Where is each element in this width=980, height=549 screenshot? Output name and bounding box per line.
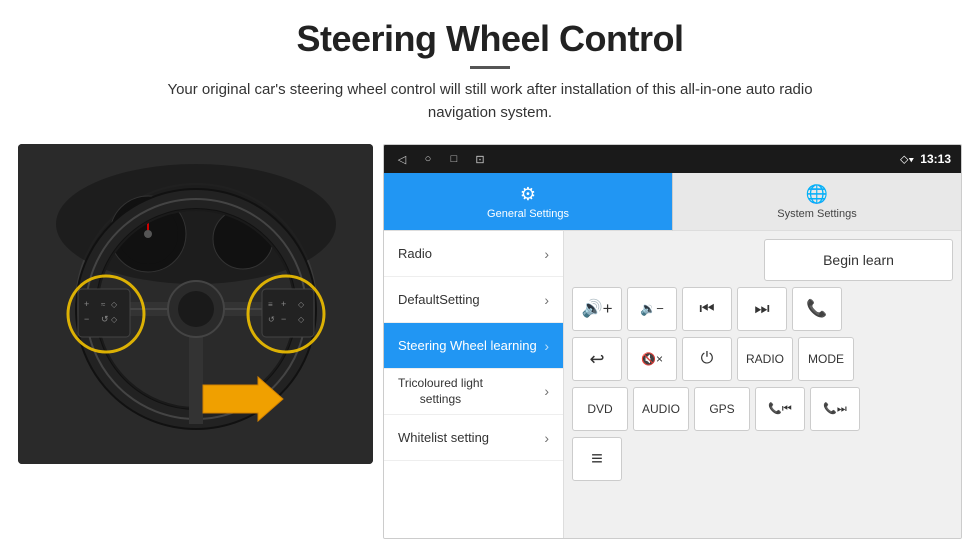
chevron-icon: › [544,430,549,446]
vol-down-icon: 🔉− [640,301,664,317]
nav-recent-icon[interactable]: □ [446,151,462,167]
menu-item-default[interactable]: DefaultSetting › [384,277,563,323]
menu-item-whitelist[interactable]: Whitelist setting › [384,415,563,461]
chevron-icon: › [544,292,549,308]
android-ui: ◁ ○ □ ⊡ ⬦▾ 13:13 ⚙ General Settings 🌐 [383,144,962,539]
control-row-2: ↩ 🔇× ⏻ RADIO MODE [572,337,953,381]
chevron-icon: › [544,246,549,262]
menu-item-tricoloured[interactable]: Tricoloured lightsettings › [384,369,563,415]
phone-next-icon: 📞⏭ [823,402,847,416]
svg-text:+: + [84,299,89,309]
status-bar-info: ⬦▾ 13:13 [900,152,951,167]
steering-wheel-image: + ≈ − ↺ ◇ ◇ ≡ + ◇ ↺ − ◇ [18,144,373,464]
control-row-1: 🔊+ 🔉− ⏮ ⏭ 📞 [572,287,953,331]
svg-text:+: + [281,299,286,309]
back-button[interactable]: ↩ [572,337,622,381]
control-row-4: ≡ [572,437,953,481]
content-area: + ≈ − ↺ ◇ ◇ ≡ + ◇ ↺ − ◇ [0,134,980,549]
nav-extra-icon[interactable]: ⊡ [472,151,488,167]
time-display: 13:13 [920,152,951,166]
steering-label: Steering Wheel learning [398,338,537,353]
svg-text:≈: ≈ [101,300,106,309]
empty-cell [572,239,759,281]
mode-btn-label: MODE [808,352,844,366]
mute-button[interactable]: 🔇× [627,337,677,381]
default-label: DefaultSetting [398,292,480,307]
vol-up-icon: 🔊+ [581,299,612,319]
android-main: Radio › DefaultSetting › Steering Wheel … [384,231,961,538]
control-panel: Begin learn 🔊+ 🔉− ⏮ [564,231,961,538]
gps-button[interactable]: GPS [694,387,750,431]
power-button[interactable]: ⏻ [682,337,732,381]
svg-text:↺: ↺ [268,315,275,324]
begin-learn-button[interactable]: Begin learn [764,239,953,281]
svg-text:−: − [281,314,286,324]
chevron-icon: › [544,338,549,354]
svg-text:◇: ◇ [298,300,305,309]
list-icon: ≡ [591,448,603,471]
menu-list: Radio › DefaultSetting › Steering Wheel … [384,231,564,538]
whitelist-label: Whitelist setting [398,430,489,445]
phone-next-button[interactable]: 📞⏭ [810,387,860,431]
control-row-3: DVD AUDIO GPS 📞⏮ 📞⏭ [572,387,953,431]
tab-system[interactable]: 🌐 System Settings [672,173,961,231]
system-settings-label: System Settings [777,208,856,220]
mode-button[interactable]: MODE [798,337,854,381]
page-title: Steering Wheel Control [40,18,940,60]
vol-up-button[interactable]: 🔊+ [572,287,622,331]
svg-text:◇: ◇ [298,315,305,324]
radio-label: Radio [398,246,432,261]
nav-home-icon[interactable]: ○ [420,151,436,167]
tab-bar: ⚙ General Settings 🌐 System Settings [384,173,961,231]
back-icon: ↩ [589,349,604,370]
menu-item-steering[interactable]: Steering Wheel learning › [384,323,563,369]
prev-button[interactable]: ⏮ [682,287,732,331]
svg-text:≡: ≡ [268,300,273,309]
svg-text:◇: ◇ [111,315,118,324]
phone-icon: 📞 [806,299,827,319]
header-section: Steering Wheel Control Your original car… [0,0,980,134]
vol-down-button[interactable]: 🔉− [627,287,677,331]
radio-button[interactable]: RADIO [737,337,793,381]
status-bar: ◁ ○ □ ⊡ ⬦▾ 13:13 [384,145,961,173]
phone-button[interactable]: 📞 [792,287,842,331]
signal-icon: ⬦▾ [900,152,914,167]
tricoloured-label: Tricoloured lightsettings [398,376,483,407]
list-button[interactable]: ≡ [572,437,622,481]
phone-prev-button[interactable]: 📞⏮ [755,387,805,431]
next-button[interactable]: ⏭ [737,287,787,331]
dvd-label: DVD [587,402,612,416]
next-icon: ⏭ [754,299,769,319]
gps-label: GPS [709,402,734,416]
svg-text:−: − [84,314,89,324]
audio-button[interactable]: AUDIO [633,387,689,431]
title-divider [470,66,510,69]
general-settings-icon: ⚙ [520,184,536,205]
mute-icon: 🔇× [641,352,663,366]
subtitle: Your original car's steering wheel contr… [140,79,840,124]
status-bar-nav: ◁ ○ □ ⊡ [394,151,488,167]
svg-text:↺: ↺ [101,314,109,324]
phone-prev-icon: 📞⏮ [768,402,792,416]
svg-text:◇: ◇ [111,300,118,309]
nav-back-icon[interactable]: ◁ [394,151,410,167]
dvd-button[interactable]: DVD [572,387,628,431]
tab-general[interactable]: ⚙ General Settings [384,173,672,231]
control-row-0: Begin learn [572,239,953,281]
power-icon: ⏻ [701,350,714,368]
radio-btn-label: RADIO [746,352,784,366]
page-wrapper: Steering Wheel Control Your original car… [0,0,980,549]
audio-label: AUDIO [642,402,680,416]
menu-item-radio[interactable]: Radio › [384,231,563,277]
prev-icon: ⏮ [699,299,714,319]
general-settings-label: General Settings [487,208,569,220]
chevron-icon: › [544,382,549,400]
system-settings-icon: 🌐 [806,184,828,205]
